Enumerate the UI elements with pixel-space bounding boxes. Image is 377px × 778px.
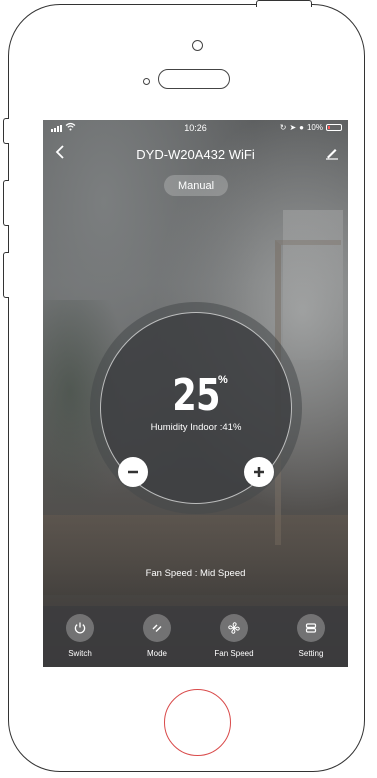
fan-speed-button[interactable]: Fan Speed	[204, 614, 264, 658]
background-table	[43, 515, 348, 595]
device-title: DYD-W20A432 WiFi	[136, 147, 255, 162]
setting-label: Setting	[298, 649, 324, 658]
mute-switch	[3, 118, 9, 144]
increase-button[interactable]	[244, 457, 274, 487]
settings-icon	[305, 623, 317, 633]
battery-icon	[326, 124, 342, 131]
home-button[interactable]	[164, 689, 231, 756]
status-indicators: ↻ ➤ ● 10%	[280, 123, 342, 132]
proximity-sensor	[143, 78, 150, 85]
minus-icon	[128, 470, 138, 474]
lock-rotation-icon: ↻	[279, 123, 287, 132]
setting-button[interactable]: Setting	[281, 614, 341, 658]
plus-icon	[254, 467, 264, 477]
power-side-button	[256, 0, 312, 7]
volume-down-button	[3, 252, 9, 298]
fan-icon	[228, 622, 240, 634]
earpiece-speaker	[158, 69, 230, 89]
edit-icon[interactable]	[324, 144, 340, 160]
fan-speed-status: Fan Speed : Mid Speed	[145, 568, 246, 579]
location-icon: ➤	[289, 123, 297, 132]
mode-label: Mode	[146, 649, 167, 658]
app-screen: 10:26 ↻ ➤ ● 10% DYD-W20A432 WiFi Manual …	[43, 120, 348, 667]
switch-button[interactable]: Switch	[50, 614, 110, 658]
status-bar: 10:26 ↻ ➤ ● 10%	[43, 120, 348, 136]
battery-percent: 10%	[306, 123, 323, 132]
mode-icon	[152, 624, 162, 632]
target-humidity-value: 25	[172, 370, 220, 421]
decrease-button[interactable]	[118, 457, 148, 487]
volume-up-button	[3, 180, 9, 226]
fan-speed-label: Fan Speed	[214, 649, 254, 658]
mode-badge[interactable]: Manual	[164, 175, 228, 196]
alarm-icon: ●	[299, 123, 304, 132]
indoor-humidity-label: Humidity Indoor :41%	[150, 422, 242, 433]
mode-button[interactable]: Mode	[127, 614, 187, 658]
front-camera	[192, 40, 203, 51]
humidity-unit: %	[218, 374, 228, 386]
switch-label: Switch	[68, 649, 92, 658]
bottom-toolbar: Switch Mode Fan Speed Setting	[43, 606, 348, 667]
power-icon	[74, 622, 86, 634]
